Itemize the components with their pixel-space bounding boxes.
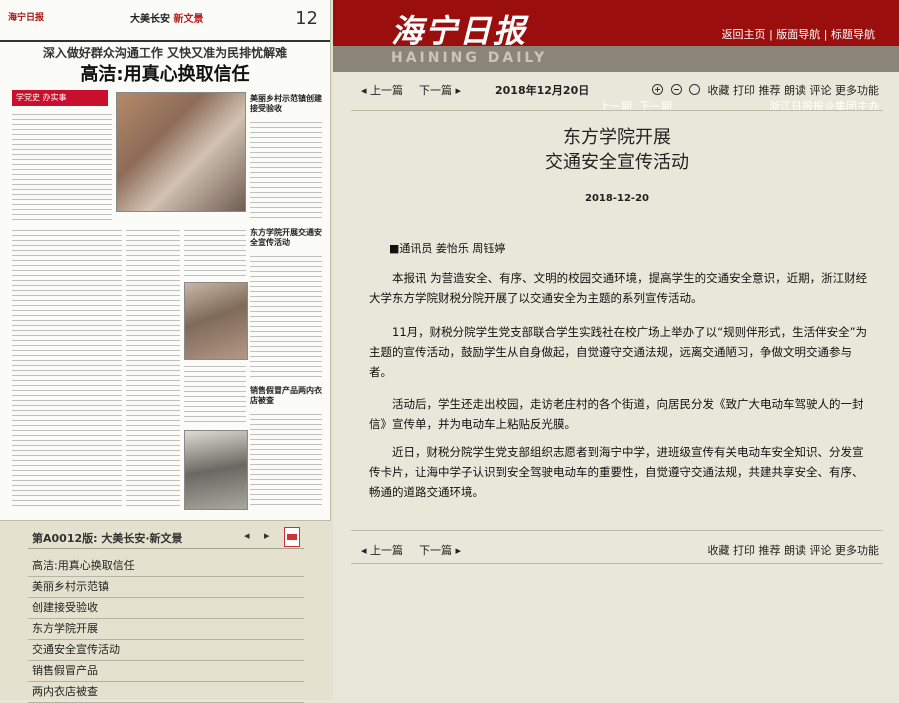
layout-nav-link[interactable]: 版面导航 bbox=[776, 28, 820, 41]
article-toolbar-bottom: ◂ 上一篇 下一篇 ▸ 收藏 打印 推荐 朗读 评论 更多功能 bbox=[351, 537, 885, 561]
thumbnail-text-column bbox=[12, 228, 122, 508]
thumbnail-subhead-1: 美丽乡村示范镇创建接受验收 bbox=[250, 94, 322, 113]
thumbnail-headline-deck: 深入做好群众沟通工作 又快又准为民排忧解难 bbox=[42, 46, 288, 60]
article-date: 2018-12-20 bbox=[585, 193, 649, 204]
comment-button[interactable]: 评论 bbox=[810, 544, 832, 557]
favorite-button[interactable]: 收藏 bbox=[708, 544, 730, 557]
recommend-button[interactable]: 推荐 bbox=[759, 84, 781, 97]
home-link[interactable]: 返回主页 bbox=[722, 28, 766, 41]
prev-page-arrow-icon[interactable]: ◂ bbox=[244, 529, 250, 542]
article-list-item[interactable]: 销售假冒产品 bbox=[28, 661, 304, 682]
article-list-item[interactable]: 东方学院开展 bbox=[28, 619, 304, 640]
thumbnail-subhead-2: 东方学院开展交通安全宣传活动 bbox=[250, 228, 322, 247]
zoom-out-icon[interactable] bbox=[670, 84, 682, 95]
thumbnail-photo-3 bbox=[184, 430, 248, 510]
article-panel: 海宁日报 返回主页 | 版面导航 | 标题导航 上一期 下一期 浙江日报报业集团… bbox=[333, 0, 899, 700]
article-title-line-1: 东方学院开展 bbox=[563, 127, 671, 148]
thumbnail-page-number: 12 bbox=[295, 8, 318, 29]
thumbnail-section: 大美长安 新文景 bbox=[130, 14, 204, 25]
article-list-item[interactable]: 美丽乡村示范镇 bbox=[28, 577, 304, 598]
page-toolbar: 第A0012版: 大美长安·新文景 ◂ ▸ bbox=[28, 526, 304, 549]
thumbnail-text-column bbox=[184, 364, 246, 424]
article-paragraph: 本报讯 为营造安全、有序、文明的校园交通环境，提高学生的交通安全意识，近期，浙江… bbox=[369, 271, 868, 305]
top-links: 返回主页 | 版面导航 | 标题导航 bbox=[722, 26, 875, 42]
article-tools: 收藏 打印 推荐 朗读 评论 更多功能 bbox=[652, 82, 879, 98]
thumbnail-text-column bbox=[12, 112, 112, 222]
prev-article-link[interactable]: ◂ 上一篇 bbox=[361, 542, 403, 558]
article-byline: ■通讯员 姜怡乐 周钰婷 bbox=[389, 242, 506, 255]
comment-button[interactable]: 评论 bbox=[810, 84, 832, 97]
divider bbox=[351, 563, 883, 564]
thumbnail-photo-1 bbox=[116, 92, 246, 212]
thumbnail-subhead-3: 销售假冒产品两内衣店被查 bbox=[250, 386, 322, 405]
prev-article-link[interactable]: ◂ 上一篇 bbox=[361, 82, 403, 98]
more-functions-button[interactable]: 更多功能 bbox=[835, 544, 879, 557]
next-page-arrow-icon[interactable]: ▸ bbox=[264, 529, 270, 542]
article-list-item[interactable]: 高洁:用真心换取信任 bbox=[28, 556, 304, 577]
read-aloud-button[interactable]: 朗读 bbox=[784, 544, 806, 557]
thumbnail-masthead: 海宁日报 大美长安 新文景 12 bbox=[0, 0, 330, 42]
next-issue-link[interactable]: 下一期 bbox=[639, 100, 672, 113]
zoom-in-icon[interactable] bbox=[652, 84, 663, 95]
thumbnail-text-column bbox=[250, 120, 322, 220]
site-logo-english: HAINING DAILY bbox=[391, 50, 548, 66]
article-tools: 收藏 打印 推荐 朗读 评论 更多功能 bbox=[708, 542, 880, 558]
thumbnail-text-column bbox=[250, 412, 322, 508]
thumbnail-photo-2 bbox=[184, 282, 248, 360]
separator: | bbox=[823, 28, 828, 41]
thumbnail-logo: 海宁日报 bbox=[8, 13, 45, 23]
thumbnail-text-column bbox=[126, 228, 180, 508]
article-list-item[interactable]: 交通安全宣传活动 bbox=[28, 640, 304, 661]
next-article-link[interactable]: 下一篇 ▸ bbox=[419, 542, 461, 558]
left-panel: 海宁日报 大美长安 新文景 12 深入做好群众沟通工作 又快又准为民排忧解难 高… bbox=[0, 0, 333, 703]
recommend-button[interactable]: 推荐 bbox=[759, 544, 781, 557]
divider bbox=[351, 530, 883, 531]
article-list-item[interactable]: 创建接受验收 bbox=[28, 598, 304, 619]
favorite-button[interactable]: 收藏 bbox=[708, 84, 730, 97]
separator: | bbox=[769, 28, 773, 41]
more-functions-button[interactable]: 更多功能 bbox=[835, 84, 879, 97]
reset-zoom-icon[interactable] bbox=[689, 84, 700, 95]
prev-issue-link[interactable]: 上一期 bbox=[599, 100, 632, 113]
issue-date: 2018年12月20日 bbox=[495, 84, 590, 97]
title-nav-link[interactable]: 标题导航 bbox=[831, 28, 875, 41]
page-label: 第A0012版: 大美长安·新文景 bbox=[32, 532, 183, 545]
article-title-line-2: 交通安全宣传活动 bbox=[545, 152, 689, 173]
print-button[interactable]: 打印 bbox=[733, 544, 755, 557]
article-paragraph: 活动后，学生还走出校园，走访老庄村的各个街道，向居民分发《致广大电动车驾驶人的一… bbox=[369, 397, 864, 431]
article-paragraph: 近日，财税分院学生党支部组织志愿者到海宁中学，进班级宣传有关电动车安全知识、分发… bbox=[369, 445, 864, 499]
next-article-link[interactable]: 下一篇 ▸ bbox=[419, 82, 461, 98]
thumbnail-text-column bbox=[184, 228, 246, 278]
article-paragraph: 11月，财税分院学生党支部联合学生实践社在校广场上举办了以“规则伴形式，生活伴安… bbox=[369, 325, 868, 379]
thumbnail-text-column bbox=[250, 254, 322, 378]
pdf-icon[interactable] bbox=[284, 527, 300, 547]
article-toolbar-top: ◂ 上一篇 下一篇 ▸ 2018年12月20日 收藏 打印 推荐 朗读 评论 更… bbox=[351, 77, 885, 101]
article-list: 高洁:用真心换取信任 美丽乡村示范镇 创建接受验收 东方学院开展 交通安全宣传活… bbox=[28, 556, 304, 703]
header-banner: 海宁日报 返回主页 | 版面导航 | 标题导航 bbox=[333, 0, 899, 50]
newspaper-page-thumbnail[interactable]: 海宁日报 大美长安 新文景 12 深入做好群众沟通工作 又快又准为民排忧解难 高… bbox=[0, 0, 331, 521]
read-aloud-button[interactable]: 朗读 bbox=[784, 84, 806, 97]
print-button[interactable]: 打印 bbox=[733, 84, 755, 97]
divider bbox=[351, 110, 883, 111]
thumbnail-headline: 高洁:用真心换取信任 bbox=[80, 64, 250, 85]
thumbnail-badge: 学党史 办实事 bbox=[12, 90, 108, 106]
